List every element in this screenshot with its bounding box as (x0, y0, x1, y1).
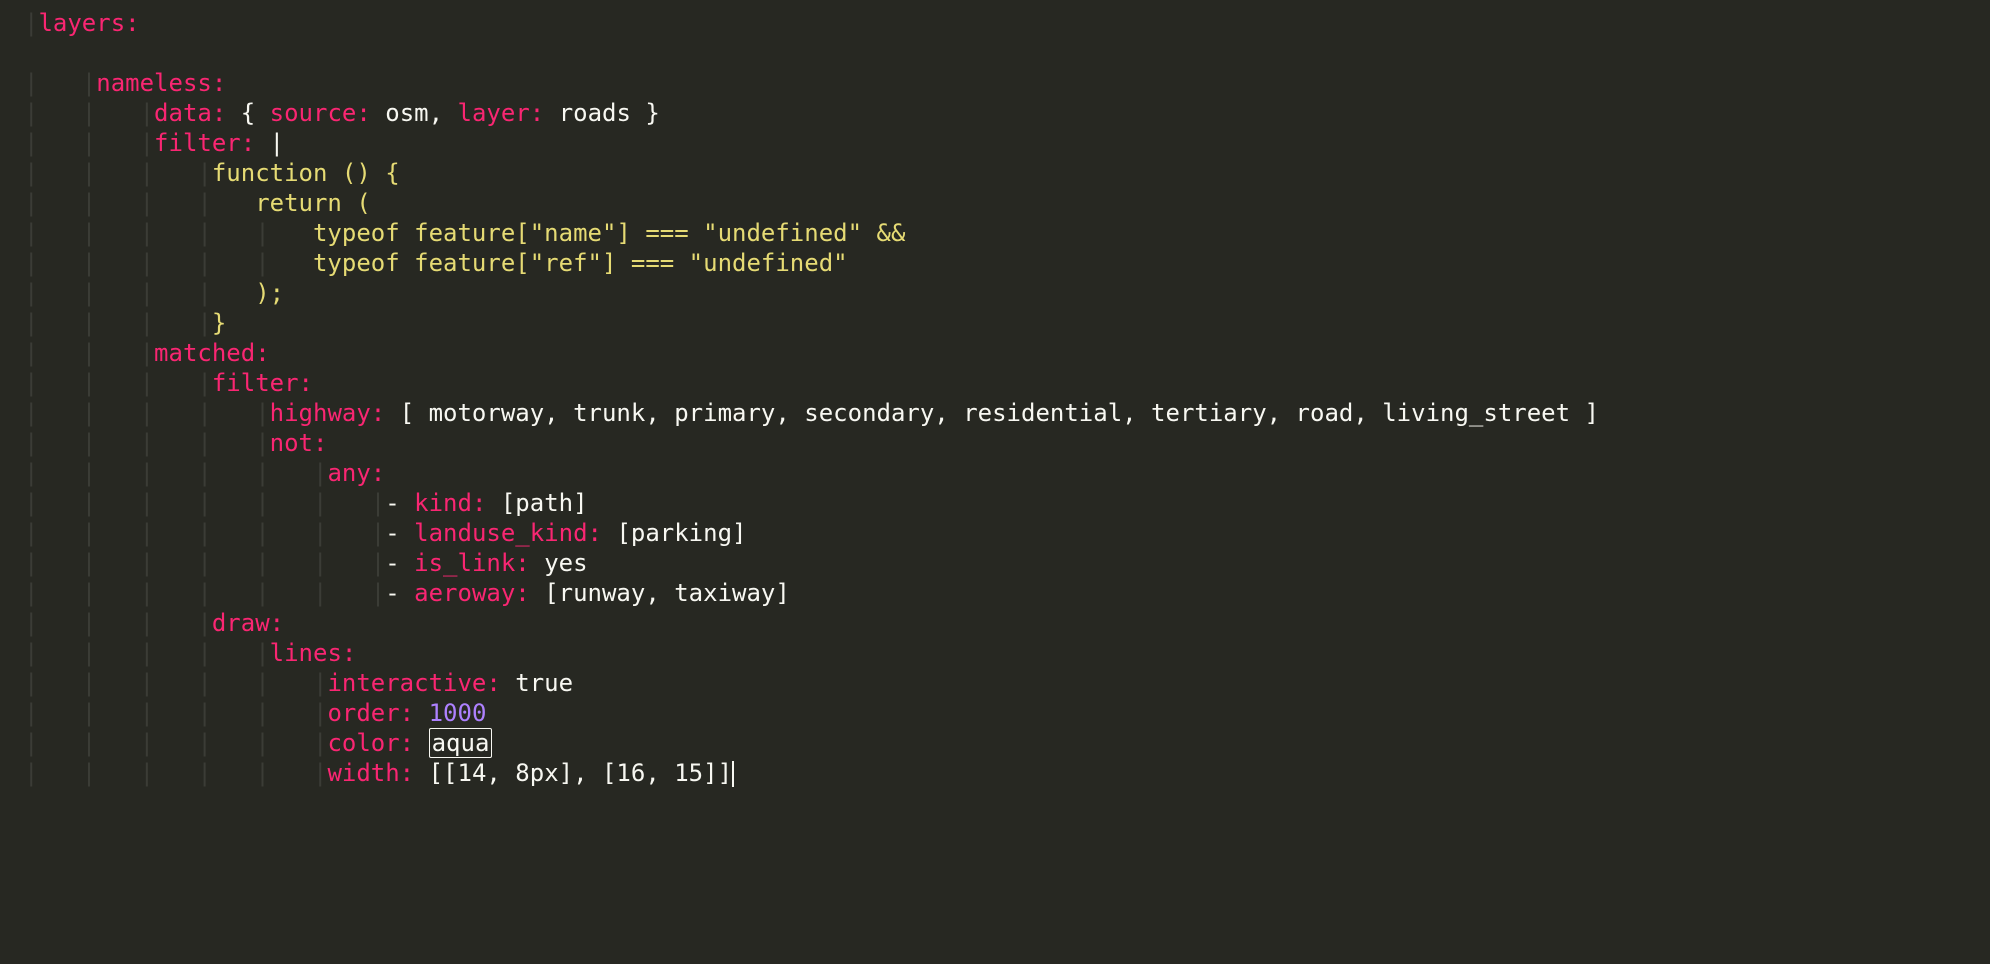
key-width: width: (327, 759, 414, 787)
key-aeroway: aeroway: (414, 579, 530, 607)
js-line: function () { (212, 159, 400, 187)
js-line: typeof feature["ref"] === "undefined" (313, 249, 848, 277)
key-layers: layers: (38, 9, 139, 37)
key-not: not: (270, 429, 328, 457)
js-line: } (212, 309, 226, 337)
color-value-highlighted: aqua (429, 728, 493, 758)
key-interactive: interactive: (327, 669, 500, 697)
js-line: return ( (255, 189, 371, 217)
text-cursor (732, 761, 734, 787)
key-landuse-kind: landuse_kind: (414, 519, 602, 547)
key-source: source: (270, 99, 371, 127)
key-is-link: is_link: (414, 549, 530, 577)
key-highway: highway: (270, 399, 386, 427)
key-color: color: (327, 729, 414, 757)
key-kind: kind: (414, 489, 486, 517)
key-draw: draw: (212, 609, 284, 637)
key-filter: filter: (212, 369, 313, 397)
key-order: order: (327, 699, 414, 727)
code-editor[interactable]: |layers: | |nameless: | | |data: { sourc… (0, 0, 1990, 788)
js-line: ); (255, 279, 284, 307)
key-filter: filter: (154, 129, 255, 157)
js-line: typeof feature["name"] === "undefined" &… (313, 219, 905, 247)
key-layer: layer: (458, 99, 545, 127)
key-matched: matched: (154, 339, 270, 367)
key-nameless: nameless: (96, 69, 226, 97)
key-any: any: (327, 459, 385, 487)
key-data: data: (154, 99, 226, 127)
key-lines: lines: (270, 639, 357, 667)
